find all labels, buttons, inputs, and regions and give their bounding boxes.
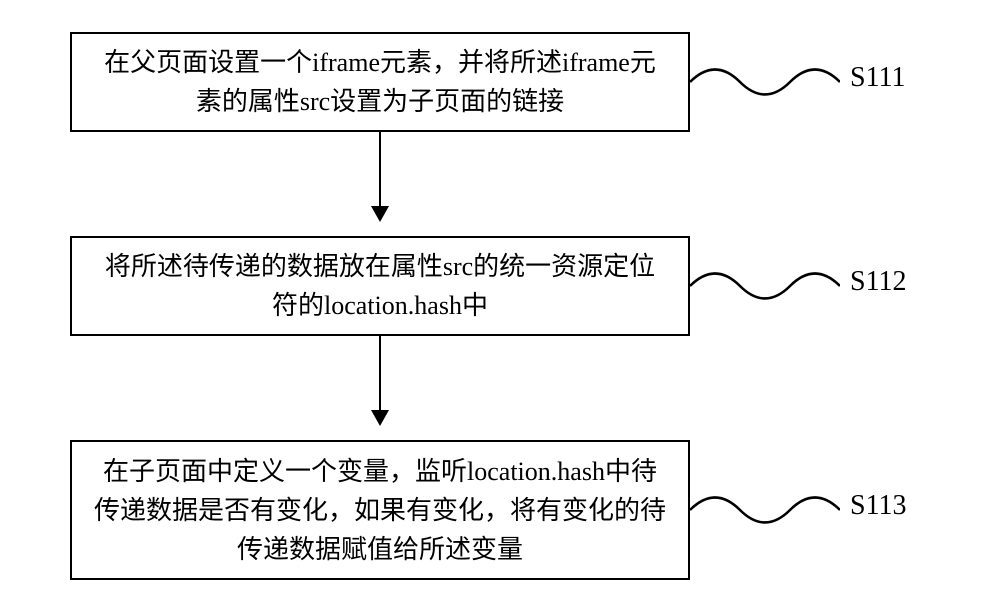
step-box-3: 在子页面中定义一个变量，监听location.hash中待传递数据是否有变化，如… <box>70 440 690 580</box>
arrow-1-to-2 <box>379 132 381 220</box>
step-text-2: 将所述待传递的数据放在属性src的统一资源定位符的location.hash中 <box>92 247 668 325</box>
flowchart-diagram: 在父页面设置一个iframe元素，并将所述iframe元素的属性src设置为子页… <box>0 0 1000 606</box>
wave-connector-icon <box>690 256 840 316</box>
arrow-2-to-3 <box>379 336 381 424</box>
step-label-2: S112 <box>850 266 907 298</box>
step-box-1: 在父页面设置一个iframe元素，并将所述iframe元素的属性src设置为子页… <box>70 32 690 132</box>
step-text-1: 在父页面设置一个iframe元素，并将所述iframe元素的属性src设置为子页… <box>92 43 668 121</box>
step-box-2: 将所述待传递的数据放在属性src的统一资源定位符的location.hash中 <box>70 236 690 336</box>
step-label-1: S111 <box>850 62 906 94</box>
step-text-3: 在子页面中定义一个变量，监听location.hash中待传递数据是否有变化，如… <box>92 452 668 569</box>
wave-connector-icon <box>690 52 840 112</box>
wave-connector-icon <box>690 480 840 540</box>
step-label-3: S113 <box>850 490 907 522</box>
